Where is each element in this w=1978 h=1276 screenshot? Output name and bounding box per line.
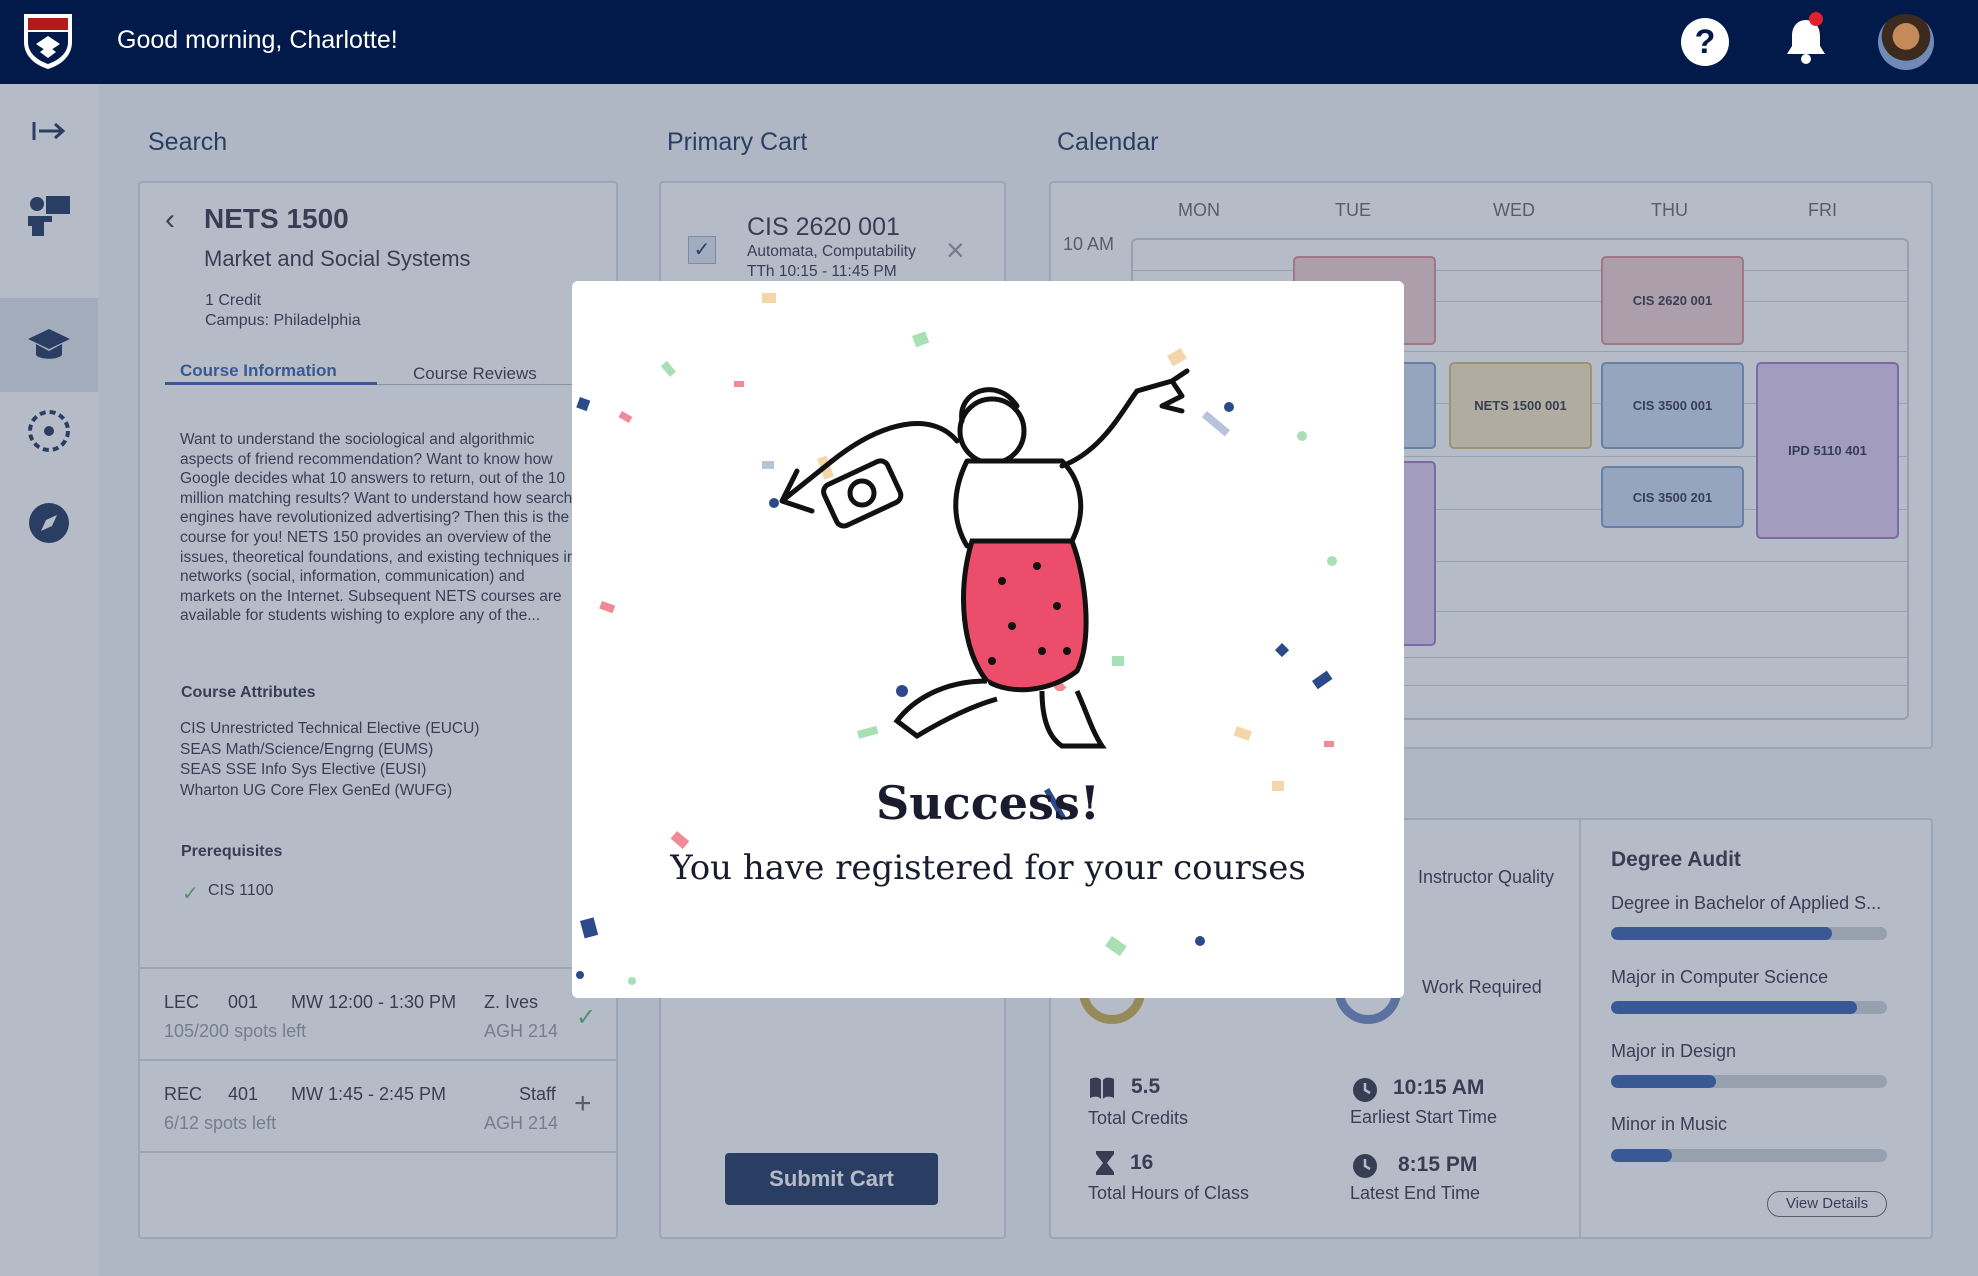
notification-bell-icon[interactable]: [1780, 14, 1832, 66]
notification-badge: [1809, 12, 1823, 26]
success-message: You have registered for your courses: [670, 848, 1306, 888]
user-avatar[interactable]: [1878, 14, 1934, 70]
university-shield-icon[interactable]: [22, 12, 74, 70]
celebration-character-illustration: [779, 368, 1190, 749]
success-title: Success!: [876, 776, 1100, 830]
success-modal: Success! You have registered for your co…: [572, 281, 1404, 998]
help-icon[interactable]: ?: [1681, 18, 1729, 66]
top-bar: Good morning, Charlotte! ?: [0, 0, 1978, 84]
greeting-text: Good morning, Charlotte!: [117, 26, 398, 54]
